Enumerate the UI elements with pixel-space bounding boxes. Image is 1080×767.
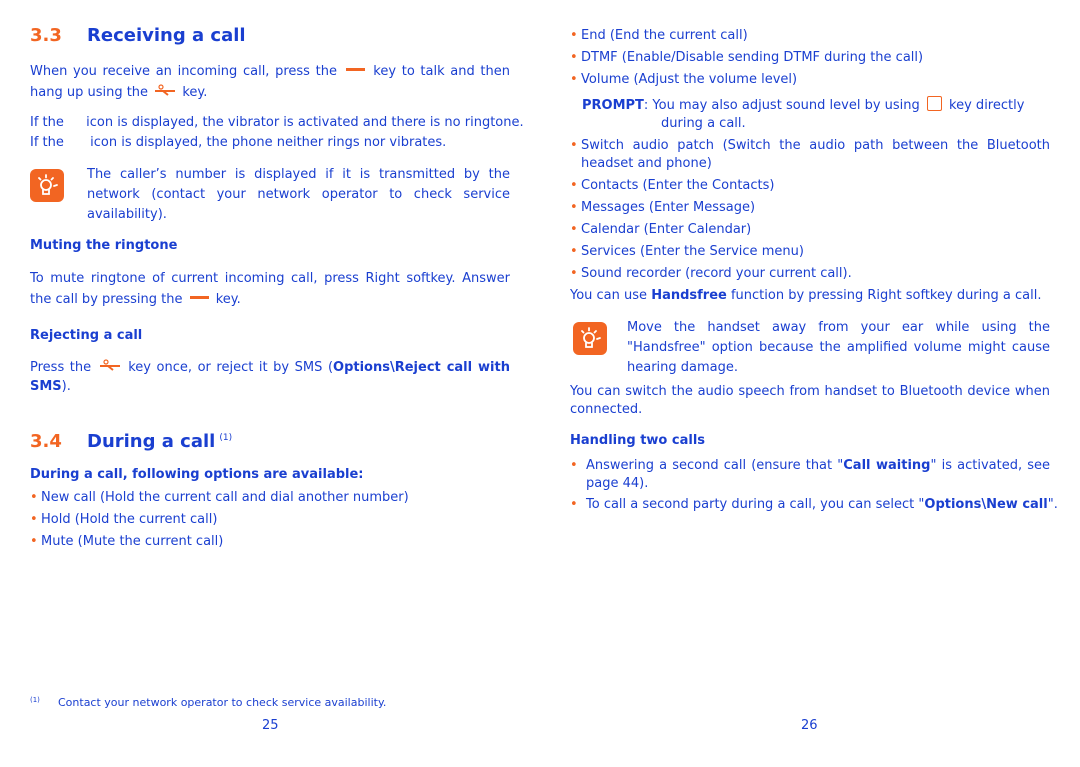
bullet-icon: • bbox=[570, 222, 578, 237]
handsfree-paragraph: You can use Handsfree function by pressi… bbox=[570, 288, 1042, 303]
two-calls-heading: Handling two calls bbox=[570, 433, 706, 448]
list-item: • Hold (Hold the current call) bbox=[30, 512, 218, 527]
bullet-icon: • bbox=[570, 72, 578, 87]
list-item: • Answering a second call (ensure that "C… bbox=[570, 458, 1050, 491]
section-number: 3.4 bbox=[30, 431, 62, 452]
list-item: • Volume (Adjust the volume level) bbox=[570, 72, 798, 87]
list-item: • To call a second party during a call, y… bbox=[570, 497, 1058, 512]
list-item: • Switch audio patch (Switch the audio pa… bbox=[570, 138, 1050, 171]
bullet-icon: • bbox=[570, 138, 578, 153]
section-heading-3-4: 3.4 During a call (1) bbox=[30, 431, 232, 452]
tip-handsfree-warning: Move the handset away from your ear whil… bbox=[627, 320, 1050, 375]
vibrate-icon-line: If the icon is displayed, the vibrator i… bbox=[30, 115, 524, 130]
volume-key-icon bbox=[926, 96, 942, 111]
end-call-key-icon bbox=[99, 359, 120, 371]
list-item: • DTMF (Enable/Disable sending DTMF durin… bbox=[570, 50, 924, 65]
list-item: • End (End the current call) bbox=[570, 28, 748, 43]
tip-lightbulb-icon bbox=[573, 322, 607, 355]
bullet-icon: • bbox=[570, 266, 578, 281]
footnote-text: Contact your network operator to check s… bbox=[58, 696, 387, 709]
bullet-icon: • bbox=[30, 512, 38, 527]
bullet-icon: • bbox=[570, 178, 578, 193]
footnote-marker: (1) bbox=[30, 696, 40, 704]
section-title: During a call bbox=[87, 431, 216, 452]
tip-lightbulb-icon bbox=[30, 169, 64, 202]
list-item: • Contacts (Enter the Contacts) bbox=[570, 178, 775, 193]
section-number: 3.3 bbox=[30, 25, 62, 46]
silent-icon-line: If the icon is displayed, the phone neit… bbox=[30, 135, 447, 150]
bullet-icon: • bbox=[570, 244, 578, 259]
bullet-icon: • bbox=[30, 490, 38, 505]
muting-heading: Muting the ringtone bbox=[30, 238, 178, 253]
call-key-icon bbox=[189, 296, 209, 299]
page-number: 26 bbox=[801, 718, 818, 733]
page-number: 25 bbox=[262, 718, 279, 733]
list-item: • Calendar (Enter Calendar) bbox=[570, 222, 752, 237]
list-item: • Services (Enter the Service menu) bbox=[570, 244, 804, 259]
bullet-icon: • bbox=[570, 497, 578, 512]
rejecting-paragraph: Press the key once, or reject it by SMS … bbox=[30, 359, 510, 394]
section-heading-3-3: 3.3 Receiving a call bbox=[30, 25, 246, 46]
bullet-icon: • bbox=[570, 28, 578, 43]
tip-caller-number: The caller’s number is displayed if it i… bbox=[87, 167, 510, 222]
prompt-note: PROMPT: You may also adjust sound level … bbox=[582, 96, 1025, 131]
call-key-icon bbox=[345, 68, 365, 71]
list-item: • Mute (Mute the current call) bbox=[30, 534, 224, 549]
prompt-label: PROMPT bbox=[582, 98, 644, 113]
rejecting-heading: Rejecting a call bbox=[30, 328, 143, 343]
list-item: • Messages (Enter Message) bbox=[570, 200, 756, 215]
bullet-icon: • bbox=[570, 458, 578, 473]
list-item: • New call (Hold the current call and dia… bbox=[30, 490, 409, 505]
section-title: Receiving a call bbox=[87, 25, 246, 46]
list-item: • Sound recorder (record your current cal… bbox=[570, 266, 852, 281]
receive-call-paragraph: When you receive an incoming call, press… bbox=[30, 64, 510, 100]
muting-paragraph: To mute ringtone of current incoming cal… bbox=[30, 271, 510, 307]
options-heading: During a call, following options are ava… bbox=[30, 467, 364, 482]
bullet-icon: • bbox=[570, 200, 578, 215]
bluetooth-paragraph: You can switch the audio speech from han… bbox=[570, 384, 1050, 417]
end-call-key-icon bbox=[155, 84, 176, 96]
footnote-reference: (1) bbox=[219, 433, 233, 443]
footnote: (1) Contact your network operator to chec… bbox=[30, 696, 386, 709]
bullet-icon: • bbox=[570, 50, 578, 65]
bullet-icon: • bbox=[30, 534, 38, 549]
